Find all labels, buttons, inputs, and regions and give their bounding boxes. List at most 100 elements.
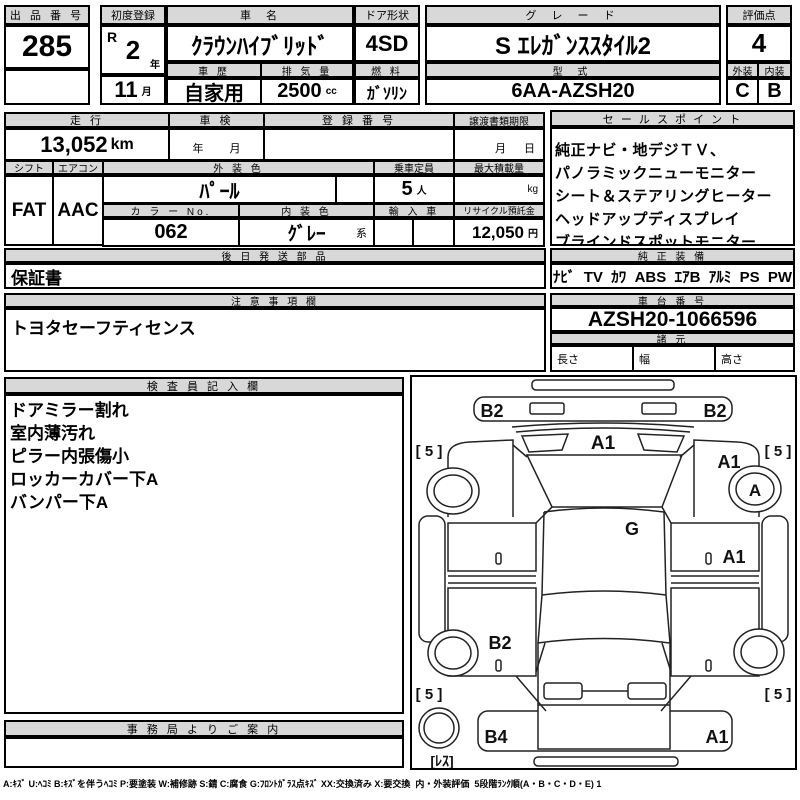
windshield-segment-left — [522, 434, 568, 452]
fold-line-fr — [680, 445, 694, 457]
rear-bottom-trim — [534, 757, 678, 766]
capacity-header: 乗車定員 — [373, 160, 455, 175]
car-name-header: 車 名 — [166, 5, 354, 25]
mark-spare-tire: [ﾚｽ] — [430, 753, 453, 768]
exterior-color-value: ﾊﾟｰﾙ — [102, 175, 337, 204]
recycle-fee-unit: 円 — [528, 225, 538, 240]
notes-body: トヨタセーフティセンス — [4, 308, 546, 372]
right-front-door — [671, 523, 759, 571]
max-load-value: kg — [453, 175, 545, 204]
inspection-month-label: 月 — [230, 140, 241, 156]
recycle-fee-header: リサイクル預託金 — [453, 203, 545, 218]
exterior-color-header: 外 装 色 — [102, 160, 375, 175]
lot-number-empty-cell — [4, 69, 90, 105]
recycle-fee-number: 12,050 — [472, 223, 524, 243]
car-damage-diagram: B2 B2 A1 G B4 A1 A — [410, 375, 797, 770]
rear-glass-side-right — [666, 595, 670, 643]
car-diagram-svg: B2 B2 A1 G B4 A1 A — [412, 377, 795, 768]
model-code-header: 型 式 — [425, 62, 721, 78]
fuel-header: 燃 料 — [354, 62, 420, 78]
inspector-notes-body: ドアミラー割れ 室内薄汚れ ピラー内張傷小 ロッカーカバー下A バンパー下A — [4, 394, 404, 714]
mark-right-fender: A1 — [717, 452, 740, 472]
era-letter: R — [107, 29, 117, 45]
mark-front-right-tire: [ 5 ] — [765, 443, 792, 460]
displacement-header: 排 気 量 — [260, 62, 354, 78]
left-front-door — [448, 523, 536, 571]
aircon-header: エアコン — [52, 160, 104, 175]
trunk — [538, 639, 670, 750]
front-bumper-slot-right — [642, 403, 676, 414]
transfer-month-label: 月 — [495, 140, 506, 156]
front-bumper-slot-left — [530, 403, 564, 414]
transfer-day-label: 日 — [524, 140, 535, 156]
spare-tire — [419, 708, 459, 748]
shift-value: FAT — [4, 175, 54, 246]
month-unit: 月 — [142, 83, 152, 98]
office-info-header: 事 務 局 よ り ご 案 内 — [4, 720, 404, 737]
sales-point-line: ヘッドアップディスプレイ — [555, 208, 740, 231]
capacity-unit: 人 — [417, 182, 427, 197]
exterior-color-sub-cell — [335, 175, 375, 204]
mark-rear-bumper-right: A1 — [705, 727, 728, 747]
inspector-notes-header: 検 査 員 記 入 欄 — [4, 377, 404, 394]
grade-value: S ｴﾚｶﾞﾝｽｽﾀｲﾙ2 — [425, 25, 721, 62]
displacement-number: 2500 — [277, 80, 322, 103]
recycle-fee-value: 12,050 円 — [453, 218, 545, 247]
sales-point-line: ブラインドスポットモニター — [555, 231, 757, 246]
oem-equipment-header: 純 正 装 備 — [550, 248, 795, 263]
inspection-value: 年 月 — [168, 128, 265, 161]
roof-front-edge — [544, 508, 664, 512]
inspection-year-label: 年 — [193, 140, 204, 156]
mark-windshield: A1 — [591, 433, 616, 454]
chassis-number-header: 車 台 番 号 — [550, 293, 795, 307]
color-no-value: 062 — [102, 218, 240, 247]
mark-left-quarter: B2 — [488, 633, 511, 653]
front-top-trim — [532, 380, 674, 390]
capacity-value: 5 人 — [373, 175, 455, 204]
oem-equipment-value: ﾅﾋﾞ TV ｶﾜ ABS ｴｱB ｱﾙﾐ PS PW — [550, 263, 795, 289]
registration-number-value — [263, 128, 455, 161]
left-rear-door-handle — [496, 660, 501, 671]
exterior-grade-header: 外装 — [726, 62, 759, 78]
displacement-unit: cc — [326, 86, 337, 97]
sales-point-line: シート＆ステアリングヒーター — [555, 185, 772, 208]
interior-color-header: 内 装 色 — [238, 203, 375, 218]
interior-color-name: ｸﾞﾚｰ — [287, 219, 325, 246]
front-fold-diagonals — [536, 507, 671, 523]
reg-year: 2 — [126, 35, 140, 66]
door-shape-value: 4SD — [354, 25, 420, 62]
fold-line-fl — [513, 445, 527, 457]
roof-side-left — [542, 512, 544, 595]
exterior-grade-value: C — [726, 78, 759, 105]
interior-grade-header: 内装 — [757, 62, 792, 78]
inspector-note-line: 室内薄汚れ — [10, 422, 95, 445]
spec-length-cell: 長さ — [550, 345, 634, 372]
shift-header: シフト — [4, 160, 54, 175]
first-registration-month-cell: 11 月 — [100, 75, 166, 105]
sales-points-header: セ ー ル ス ポ イ ン ト — [550, 110, 795, 127]
windshield-glass — [527, 455, 682, 507]
first-registration-year-cell: R 2 年 — [100, 25, 166, 75]
mark-right-front-door: A1 — [722, 547, 745, 567]
right-rocker-panel — [762, 516, 788, 642]
year-unit: 年 — [150, 56, 160, 71]
transfer-deadline-header: 譲渡書類期限 — [453, 112, 545, 128]
mark-front-bumper-right: B2 — [703, 401, 726, 421]
door-shape-header: ドア形状 — [354, 5, 420, 25]
fuel-value: ｶﾞｿﾘﾝ — [354, 78, 420, 105]
interior-grade-value: B — [757, 78, 792, 105]
color-no-header: カ ラ ー No. — [102, 203, 240, 218]
score-value: 4 — [726, 25, 792, 62]
chassis-number-value: AZSH20-1066596 — [550, 307, 795, 332]
inspector-note-line: バンパー下A — [10, 491, 108, 514]
right-rear-door-handle — [706, 660, 711, 671]
mark-rear-right-tire: [ 5 ] — [765, 686, 792, 703]
legend-text: A:ｷｽﾞ U:ﾍｺﾐ B:ｷｽﾞを伴うﾍｺﾐ P:要塗装 W:補修跡 S:錆 … — [3, 777, 797, 793]
import-car-cell-2 — [412, 218, 455, 247]
aircon-value: AAC — [52, 175, 104, 246]
registration-number-header: 登 録 番 号 — [263, 112, 455, 128]
rear-glass-side-left — [538, 595, 542, 643]
inspector-note-line: ドアミラー割れ — [10, 399, 129, 422]
mark-rear-left-tire: [ 5 ] — [416, 686, 443, 703]
left-rocker-panel — [419, 516, 445, 642]
